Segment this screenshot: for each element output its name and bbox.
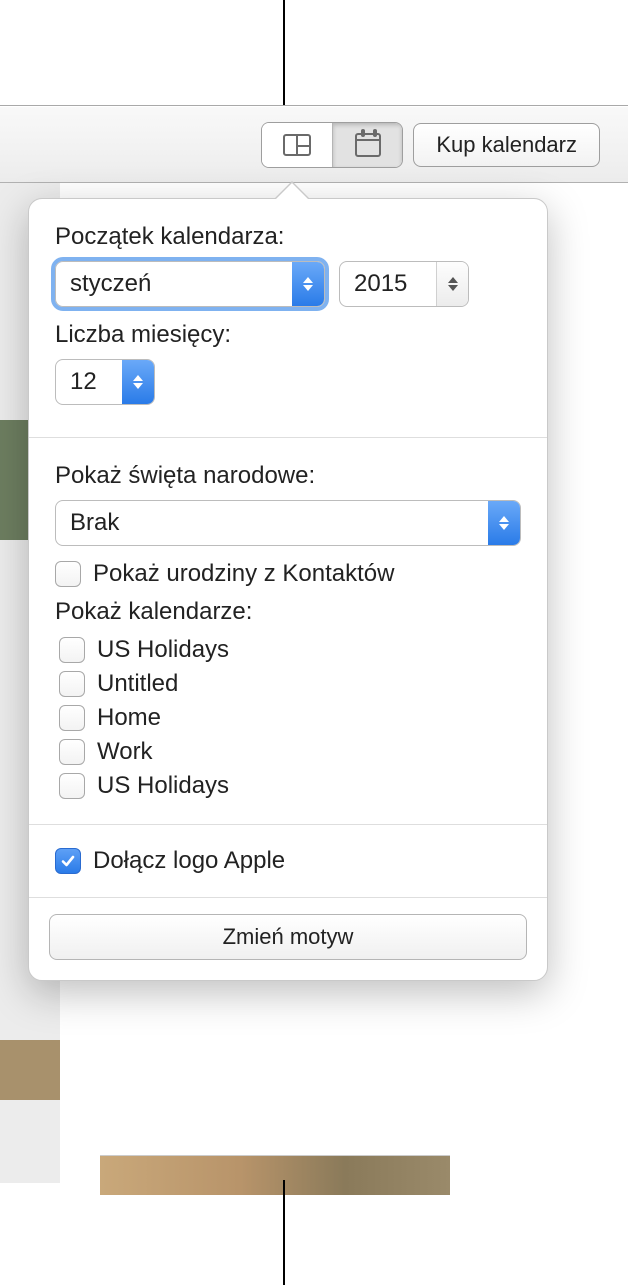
window-toolbar: Kup kalendarz — [0, 105, 628, 183]
start-month-value: styczeń — [56, 270, 292, 298]
start-month-select[interactable]: styczeń — [55, 261, 325, 307]
view-mode-segmented — [261, 122, 403, 168]
calendar-label: US Holidays — [97, 636, 229, 664]
calendar-label: Work — [97, 738, 153, 766]
updown-icon — [292, 262, 324, 306]
calendar-icon — [355, 133, 381, 157]
months-count-select[interactable]: 12 — [55, 359, 155, 405]
updown-icon — [488, 501, 520, 545]
apple-logo-checkbox[interactable] — [55, 848, 81, 874]
section-theme: Zmień motyw — [29, 897, 547, 960]
layout-icon — [283, 134, 311, 156]
holidays-select[interactable]: Brak — [55, 500, 521, 546]
calendar-checkbox[interactable] — [59, 739, 85, 765]
updown-icon — [436, 262, 468, 306]
section-start: Początek kalendarza: styczeń 2015 Liczba… — [29, 199, 547, 437]
show-calendars-label: Pokaż kalendarze: — [55, 598, 521, 626]
background-photo-strip — [100, 1155, 450, 1195]
months-count-value: 12 — [56, 368, 122, 396]
calendar-checkbox[interactable] — [59, 773, 85, 799]
months-count-label: Liczba miesięcy: — [55, 321, 521, 349]
calendar-row: US Holidays — [59, 772, 521, 800]
section-logo: Dołącz logo Apple — [29, 824, 547, 897]
calendar-checkbox[interactable] — [59, 671, 85, 697]
calendar-row: Untitled — [59, 670, 521, 698]
updown-icon — [122, 360, 154, 404]
change-theme-button[interactable]: Zmień motyw — [49, 914, 527, 960]
change-theme-label: Zmień motyw — [223, 924, 354, 950]
apple-logo-row: Dołącz logo Apple — [55, 847, 521, 875]
background-thumb — [0, 1040, 60, 1100]
birthdays-label: Pokaż urodziny z Kontaktów — [93, 560, 395, 588]
calendar-checkbox[interactable] — [59, 705, 85, 731]
calendar-row: US Holidays — [59, 636, 521, 664]
start-year-value: 2015 — [340, 270, 436, 298]
calendar-row: Home — [59, 704, 521, 732]
calendar-settings-popover: Początek kalendarza: styczeń 2015 Liczba… — [28, 198, 548, 981]
holidays-label: Pokaż święta narodowe: — [55, 462, 521, 490]
layout-view-button[interactable] — [262, 123, 332, 167]
apple-logo-label: Dołącz logo Apple — [93, 847, 285, 875]
section-holidays: Pokaż święta narodowe: Brak Pokaż urodzi… — [29, 437, 547, 824]
callout-line-bottom — [283, 1180, 285, 1285]
calendar-settings-button[interactable] — [332, 123, 402, 167]
calendar-checkbox[interactable] — [59, 637, 85, 663]
birthdays-checkbox[interactable] — [55, 561, 81, 587]
buy-calendar-button[interactable]: Kup kalendarz — [413, 123, 600, 167]
calendars-list: US Holidays Untitled Home — [55, 636, 521, 800]
calendar-label: US Holidays — [97, 772, 229, 800]
calendar-label: Home — [97, 704, 161, 732]
callout-line-top — [283, 0, 285, 118]
calendar-label: Untitled — [97, 670, 178, 698]
start-label: Początek kalendarza: — [55, 223, 521, 251]
start-year-select[interactable]: 2015 — [339, 261, 469, 307]
birthdays-check-row: Pokaż urodziny z Kontaktów — [55, 560, 521, 588]
buy-calendar-label: Kup kalendarz — [436, 132, 577, 158]
calendar-row: Work — [59, 738, 521, 766]
holidays-value: Brak — [56, 509, 488, 537]
